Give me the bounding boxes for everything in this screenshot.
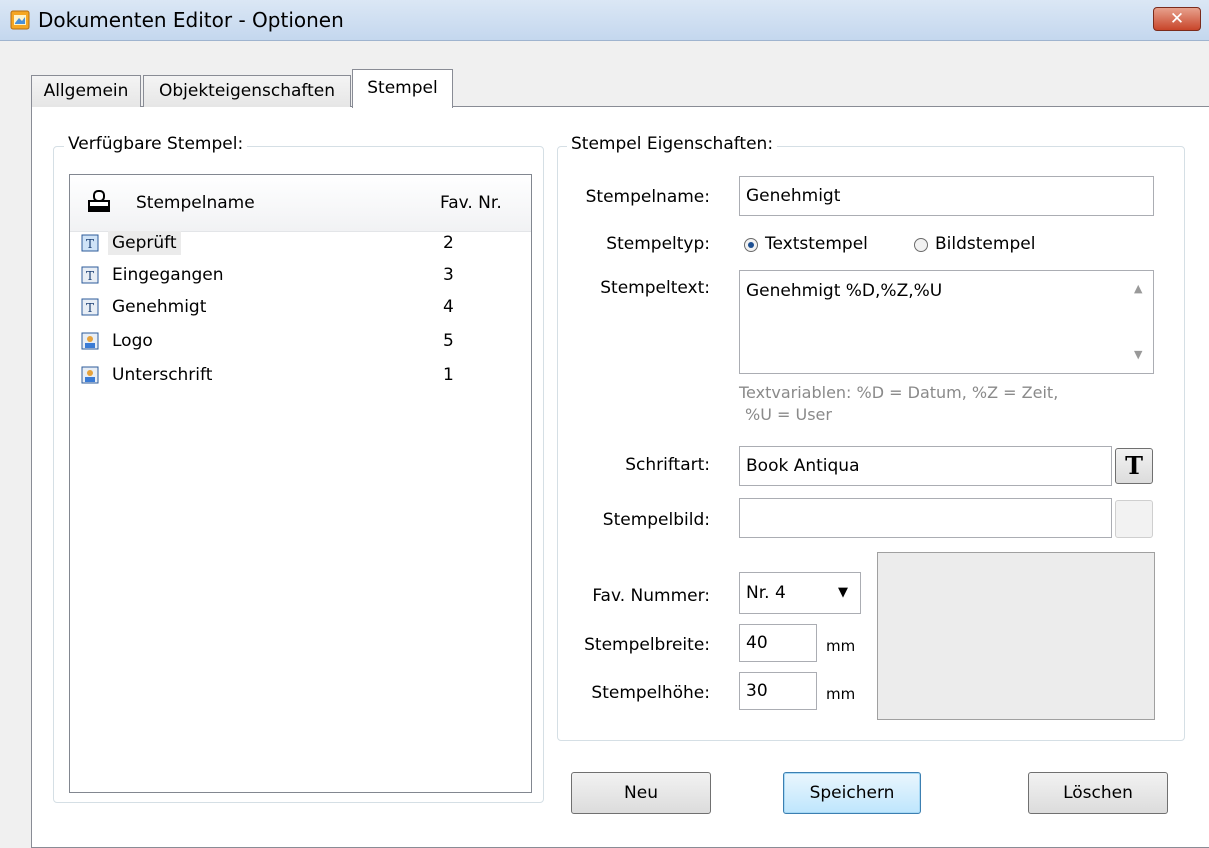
stempeltext-textarea[interactable]: Genehmigt %D,%Z,%U: [739, 270, 1154, 374]
stempelbild-input[interactable]: [739, 498, 1112, 538]
image-stamp-icon: [81, 366, 99, 384]
stamp-name: Eingegangen: [112, 265, 224, 285]
stamp-fav-nr: 1: [443, 365, 454, 385]
list-item[interactable]: T Geprüft 2: [70, 231, 531, 257]
stamp-name: Genehmigt: [112, 297, 207, 317]
textvariablen-hint-1: Textvariablen: %D = Datum, %Z = Zeit,: [739, 383, 1059, 402]
stamp-preview: [877, 552, 1155, 720]
list-header: Stempelname Fav. Nr.: [70, 175, 531, 232]
list-item[interactable]: Logo 5: [70, 329, 531, 355]
column-header-fav-nr[interactable]: Fav. Nr.: [440, 193, 502, 213]
image-browse-button[interactable]: [1115, 500, 1153, 538]
stempeltext-label: Stempeltext:: [600, 278, 710, 298]
stamp-name: Geprüft: [108, 231, 181, 255]
stempeltyp-label: Stempeltyp:: [606, 234, 710, 254]
stamp-fav-nr: 5: [443, 331, 454, 351]
tab-stempel[interactable]: Stempel: [352, 69, 453, 108]
app-icon: [10, 10, 30, 30]
textarea-scrollbar[interactable]: ▲ ▼: [1126, 272, 1152, 372]
image-stamp-icon: [81, 332, 99, 350]
close-button[interactable]: ✕: [1153, 7, 1201, 31]
scroll-down-icon[interactable]: ▼: [1134, 348, 1142, 361]
svg-text:T: T: [86, 237, 94, 251]
stamp-name: Unterschrift: [112, 365, 213, 385]
list-item[interactable]: T Genehmigt 4: [70, 295, 531, 321]
bildstempel-label[interactable]: Bildstempel: [935, 234, 1035, 254]
textstempel-radio[interactable]: [744, 238, 758, 252]
list-item[interactable]: Unterschrift 1: [70, 363, 531, 389]
stempelname-label: Stempelname:: [585, 187, 710, 207]
chevron-down-icon[interactable]: ▼: [838, 573, 848, 613]
tab-objekteigenschaften[interactable]: Objekteigenschaften: [143, 75, 351, 107]
tab-allgemein[interactable]: Allgemein: [31, 75, 141, 107]
svg-text:T: T: [86, 301, 94, 315]
list-item[interactable]: T Eingegangen 3: [70, 263, 531, 289]
stamp-fav-nr: 3: [443, 265, 454, 285]
fav-nummer-label: Fav. Nummer:: [592, 586, 710, 606]
stamp-name: Logo: [112, 331, 153, 351]
new-button[interactable]: Neu: [571, 772, 711, 814]
font-picker-button[interactable]: T: [1115, 448, 1153, 484]
text-stamp-icon: T: [81, 266, 99, 284]
stamp-properties-legend: Stempel Eigenschaften:: [567, 134, 778, 154]
scroll-up-icon[interactable]: ▲: [1134, 282, 1142, 295]
fav-nummer-value: Nr. 4: [746, 583, 786, 603]
stempelhoehe-unit: mm: [826, 685, 856, 703]
text-stamp-icon: T: [81, 298, 99, 316]
delete-button[interactable]: Löschen: [1028, 772, 1168, 814]
text-stamp-icon: T: [81, 234, 99, 252]
stamp-header-icon: [86, 189, 112, 220]
stempelbreite-unit: mm: [826, 637, 856, 655]
stempelhoehe-input[interactable]: 30: [739, 672, 817, 710]
schriftart-input[interactable]: Book Antiqua: [739, 446, 1112, 486]
stempelbild-label: Stempelbild:: [602, 510, 710, 530]
svg-text:T: T: [86, 269, 94, 283]
stempelbreite-label: Stempelbreite:: [584, 635, 710, 655]
stamp-fav-nr: 2: [443, 233, 454, 253]
stamp-fav-nr: 4: [443, 297, 454, 317]
stempeltext-value: Genehmigt %D,%Z,%U: [746, 281, 943, 301]
save-button[interactable]: Speichern: [783, 772, 921, 814]
column-header-stempelname[interactable]: Stempelname: [136, 193, 255, 213]
textvariablen-hint-2: %U = User: [745, 405, 832, 424]
fav-nummer-select[interactable]: Nr. 4 ▼: [739, 572, 861, 614]
stempelname-input[interactable]: Genehmigt: [739, 176, 1154, 216]
schriftart-label: Schriftart:: [625, 455, 710, 475]
stamp-list[interactable]: Stempelname Fav. Nr. T Geprüft 2 T Einge…: [69, 174, 532, 793]
stempelbreite-input[interactable]: 40: [739, 624, 817, 662]
bildstempel-radio[interactable]: [914, 238, 928, 252]
window-title: Dokumenten Editor - Optionen: [38, 8, 344, 32]
available-stamps-legend: Verfügbare Stempel:: [64, 134, 248, 154]
textstempel-label[interactable]: Textstempel: [765, 234, 868, 254]
stempelhoehe-label: Stempelhöhe:: [591, 683, 710, 703]
